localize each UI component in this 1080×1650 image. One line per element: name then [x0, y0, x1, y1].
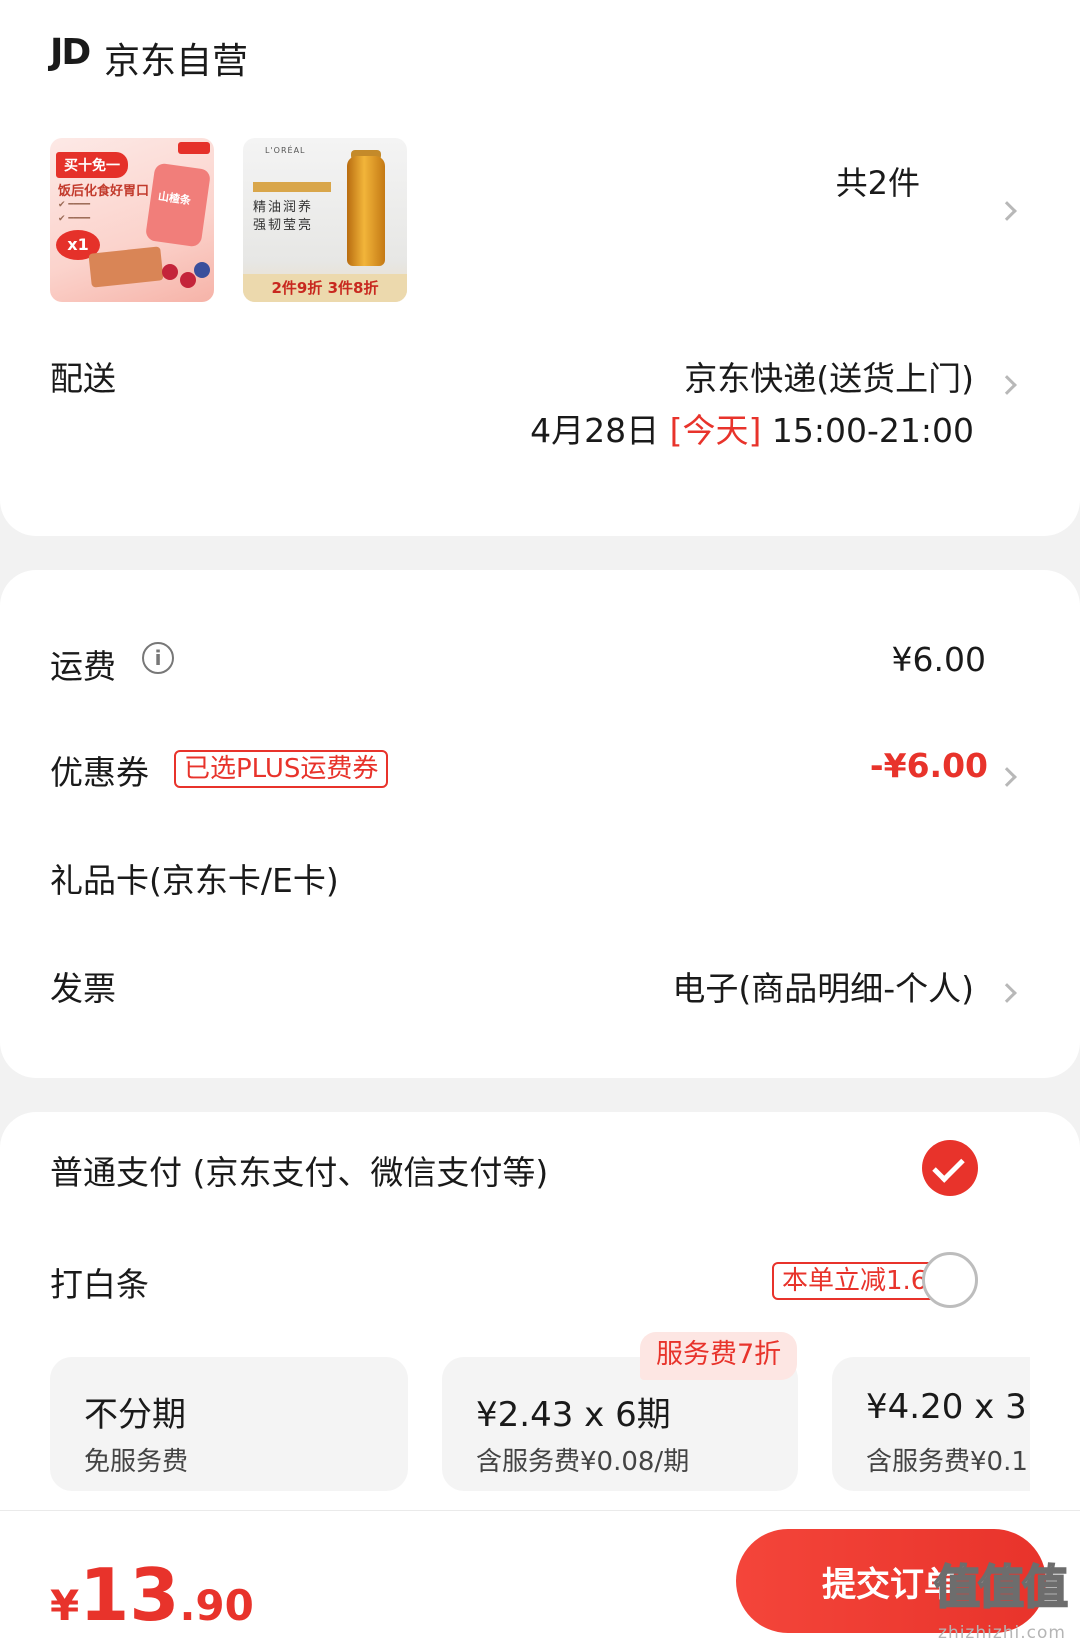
giftcard-label[interactable]: 礼品卡(京东卡/E卡) — [50, 854, 339, 902]
checkout-bar: ¥13.90 提交订单 值值值 zhizhizhi.com — [0, 1510, 1080, 1650]
service-fee-tag: 服务费7折 — [640, 1332, 798, 1380]
total-decimal: .90 — [179, 1581, 254, 1630]
delivery-date: 4月28日 — [530, 411, 660, 450]
total-integer: 13 — [79, 1553, 180, 1637]
product-thumbnail-shampoo[interactable]: L'ORÉAL 精油润养 强韧莹亮 2件9折 3件8折 — [243, 138, 407, 302]
brand-mark — [178, 142, 210, 154]
order-items-card: JD 京东自营 买十免一 饭后化食好胃口 ✔ ━━━━ ✔ ━━━━ x1 山楂… — [0, 0, 1080, 536]
product-wafer — [88, 246, 164, 288]
baitiao-label[interactable]: 打白条 — [50, 1258, 149, 1306]
today-label: [今天] — [669, 411, 762, 450]
brand-logo: L'ORÉAL — [265, 146, 306, 155]
invoice-label: 发票 — [50, 969, 116, 1008]
info-icon[interactable]: i — [142, 642, 174, 674]
delivery-label: 配送 — [50, 359, 116, 398]
product-feature: ✔ ━━━━ — [58, 200, 91, 210]
product-headline: 饭后化食好胃口 — [58, 184, 150, 199]
order-total: ¥13.90 — [50, 1553, 254, 1637]
shipping-value: ¥6.00 — [891, 640, 986, 679]
promo-badge: 买十免一 — [56, 152, 128, 178]
chevron-right-icon[interactable] — [997, 201, 1017, 221]
plan-title: ¥4.20 x 3 — [866, 1387, 1027, 1427]
invoice-value[interactable]: 电子(商品明细-个人) — [672, 962, 974, 1010]
check-icon[interactable] — [922, 1140, 978, 1196]
product-feature: ✔ ━━━━ — [58, 214, 91, 224]
currency-symbol: ¥ — [50, 1581, 80, 1630]
baitiao-radio[interactable] — [922, 1252, 978, 1308]
fees-card: 运费 i ¥6.00 优惠券 已选PLUS运费券 -¥6.00 礼品卡(京东卡/… — [0, 570, 1080, 1078]
plan-title: ¥2.43 x 6期 — [476, 1395, 671, 1435]
item-count[interactable]: 共2件 — [836, 158, 920, 204]
coupon-tag: 已选PLUS运费券 — [174, 750, 389, 788]
delivery-time[interactable]: 4月28日 [今天] 15:00-21:00 — [530, 404, 974, 452]
normal-payment-label[interactable]: 普通支付 (京东支付、微信支付等) — [50, 1146, 548, 1194]
product-tagline: 精油润养 — [253, 200, 314, 215]
plan-subtitle: 免服务费 — [84, 1447, 189, 1477]
promo-strip: 2件9折 3件8折 — [243, 274, 407, 302]
installment-plan-none[interactable]: 不分期 免服务费 — [50, 1357, 408, 1491]
coupon-value[interactable]: -¥6.00 — [870, 746, 988, 785]
shampoo-bottle — [347, 156, 385, 266]
product-tagline: 强韧莹亮 — [253, 218, 314, 233]
jd-logo: JD — [50, 32, 91, 73]
watermark: 值值值 — [933, 1559, 1069, 1615]
fruit — [162, 264, 178, 280]
shipping-label: 运费 — [50, 647, 116, 686]
chevron-right-icon[interactable] — [997, 983, 1017, 1003]
watermark-url: zhizhizhi.com — [938, 1623, 1066, 1643]
delivery-window: 15:00-21:00 — [771, 411, 974, 450]
chevron-right-icon[interactable] — [997, 375, 1017, 395]
plan-subtitle: 含服务费¥0.1 — [866, 1447, 1028, 1477]
plan-title: 不分期 — [84, 1395, 186, 1435]
chevron-right-icon[interactable] — [997, 767, 1017, 787]
store-name: 京东自营 — [104, 41, 249, 82]
fruit — [194, 262, 210, 278]
label-band — [253, 182, 331, 192]
fruit — [180, 272, 196, 288]
delivery-method[interactable]: 京东快递(送货上门) — [684, 352, 974, 400]
plan-subtitle: 含服务费¥0.08/期 — [476, 1447, 690, 1477]
installment-plan-3[interactable]: ¥4.20 x 3 含服务费¥0.1 — [832, 1357, 1030, 1491]
product-thumbnail-snack[interactable]: 买十免一 饭后化食好胃口 ✔ ━━━━ ✔ ━━━━ x1 山楂条 — [50, 138, 214, 302]
coupon-label: 优惠券 — [50, 753, 149, 792]
